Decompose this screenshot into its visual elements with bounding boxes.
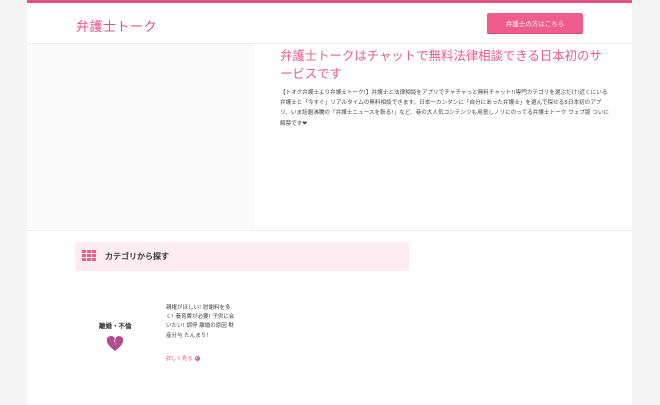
hero-section: 弁護士トークはチャットで無料法律相談できる日本初のサービスです 【トオク弁護士よ…	[27, 44, 632, 231]
category-section-header: カテゴリから探す	[75, 242, 409, 271]
hero-image	[27, 44, 255, 229]
site-header: 弁護士トーク 弁護士の方はこちら	[27, 3, 632, 44]
hero-title: 弁護士トークはチャットで無料法律相談できる日本初のサービスです	[280, 48, 602, 81]
category-more-link[interactable]: 詳しく見る	[166, 354, 200, 362]
category-card-divorce[interactable]: 離婚・不倫 親権がほしい! 慰謝料を多く! 養育費が必要! 子供に会いたい! 調…	[75, 286, 409, 386]
more-link-label: 詳しく見る	[166, 356, 193, 362]
arrow-circle-icon	[194, 355, 200, 361]
site-logo[interactable]: 弁護士トーク	[76, 16, 157, 35]
page-container: 弁護士トーク 弁護士の方はこちら 弁護士トークはチャットで無料法律相談できる日本…	[27, 0, 632, 405]
category-description: 親権がほしい! 慰謝料を多く! 養育費が必要! 子供に会いたい! 調停 離婚の原…	[166, 305, 235, 339]
lawyer-login-button[interactable]: 弁護士の方はこちら	[487, 13, 583, 33]
category-label: 離婚・不倫	[99, 322, 132, 330]
category-section-title: カテゴリから探す	[105, 252, 169, 261]
hero-description: 【トオク弁護士より弁護士トーク!】弁護士と法律相談をアプリでチャチャっと無料チャ…	[280, 90, 610, 127]
broken-heart-icon	[106, 336, 124, 351]
grid-icon	[82, 250, 96, 261]
